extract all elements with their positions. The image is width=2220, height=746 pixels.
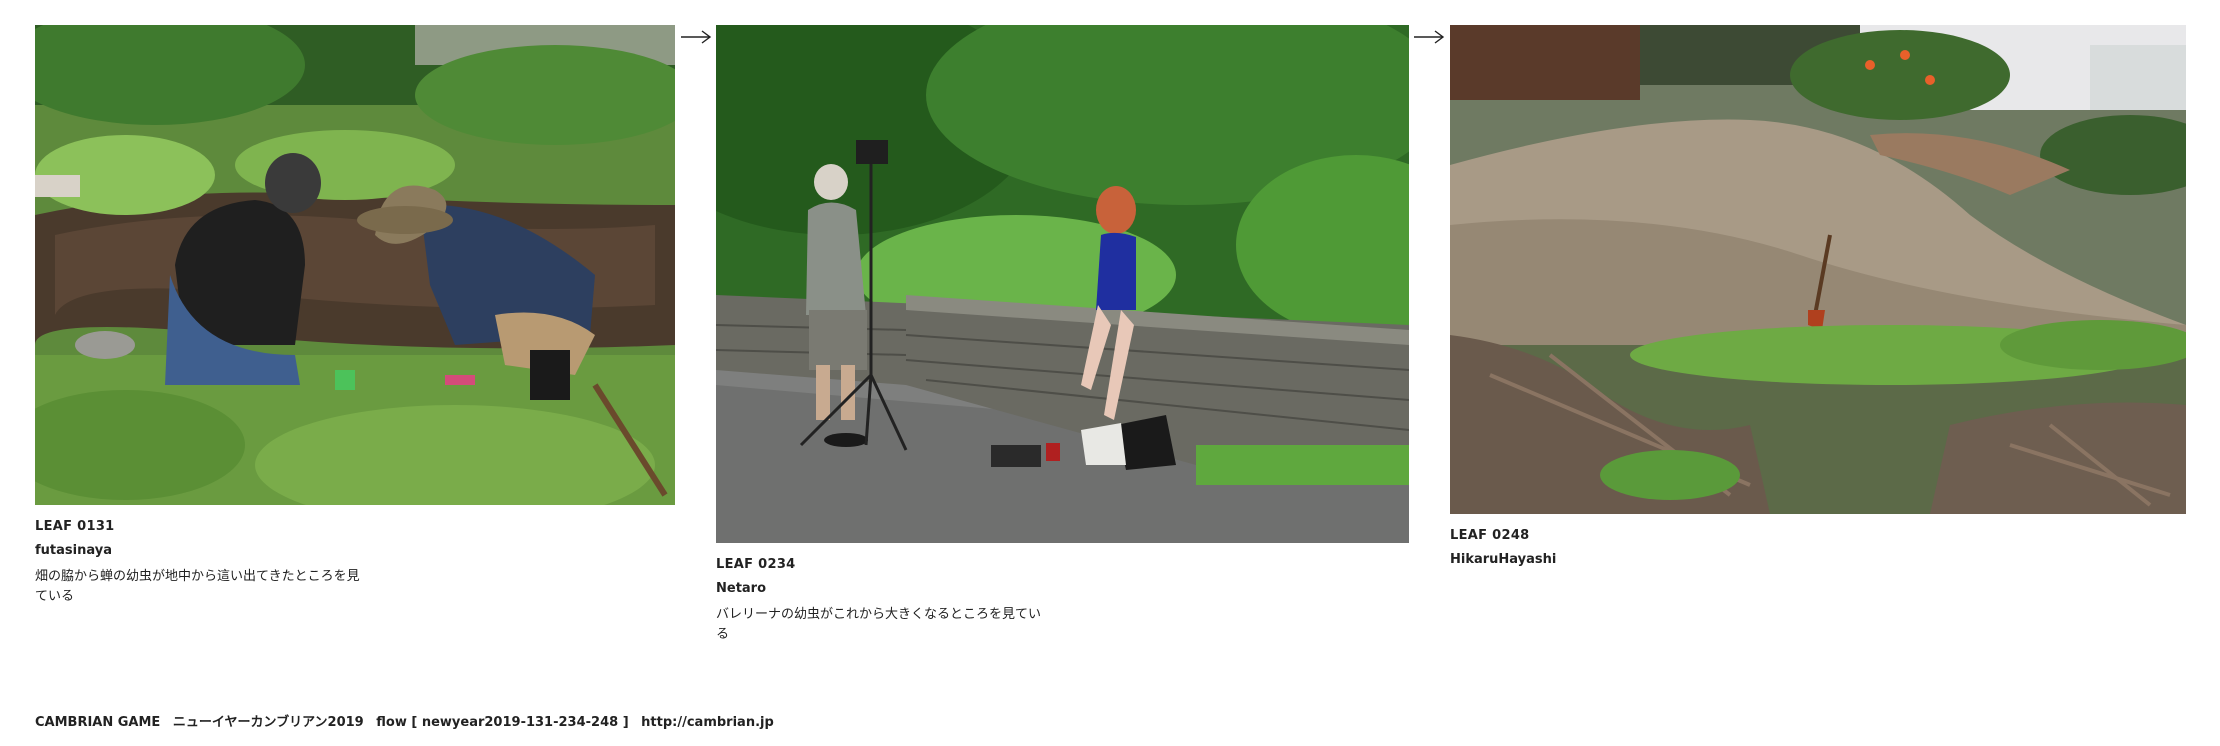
footer-event: ニューイヤーカンブリアン2019	[172, 715, 364, 730]
leaf-photo-0234[interactable]	[716, 25, 1409, 543]
footer-flow: flow [ newyear2019-131-234-248 ]	[376, 715, 629, 730]
leaf-caption: バレリーナの幼虫がこれから大きくなるところを見ている	[716, 607, 1042, 643]
leaf-id: LEAF 0248	[1450, 528, 1530, 543]
leaf-photo-0248[interactable]	[1450, 25, 2186, 514]
dirt-mound-photo	[1450, 25, 2186, 514]
leaf-id: LEAF 0131	[35, 519, 115, 534]
leaf-card-0234[interactable]: LEAF 0234 Netaro バレリーナの幼虫がこれから大きくなるところを見…	[716, 25, 1409, 645]
garden-photo	[35, 25, 675, 505]
footer: CAMBRIAN GAME ニューイヤーカンブリアン2019 flow [ ne…	[35, 711, 774, 730]
leaf-author[interactable]: HikaruHayashi	[1450, 552, 2186, 567]
flow-arrow-icon	[1414, 30, 1445, 44]
leaf-card-0248[interactable]: LEAF 0248 HikaruHayashi	[1450, 25, 2186, 567]
footer-brand: CAMBRIAN GAME	[35, 715, 161, 730]
flow-arrow-icon	[681, 30, 712, 44]
ballerina-photo	[716, 25, 1409, 543]
footer-url-link[interactable]: http://cambrian.jp	[641, 715, 774, 730]
leaf-author[interactable]: Netaro	[716, 581, 1409, 596]
leaf-author[interactable]: futasinaya	[35, 543, 675, 558]
leaf-id: LEAF 0234	[716, 557, 796, 572]
leaf-card-0131[interactable]: LEAF 0131 futasinaya 畑の脇から蝉の幼虫が地中から這い出てき…	[35, 25, 675, 607]
leaf-photo-0131[interactable]	[35, 25, 675, 505]
leaf-caption: 畑の脇から蝉の幼虫が地中から這い出てきたところを見ている	[35, 569, 360, 605]
